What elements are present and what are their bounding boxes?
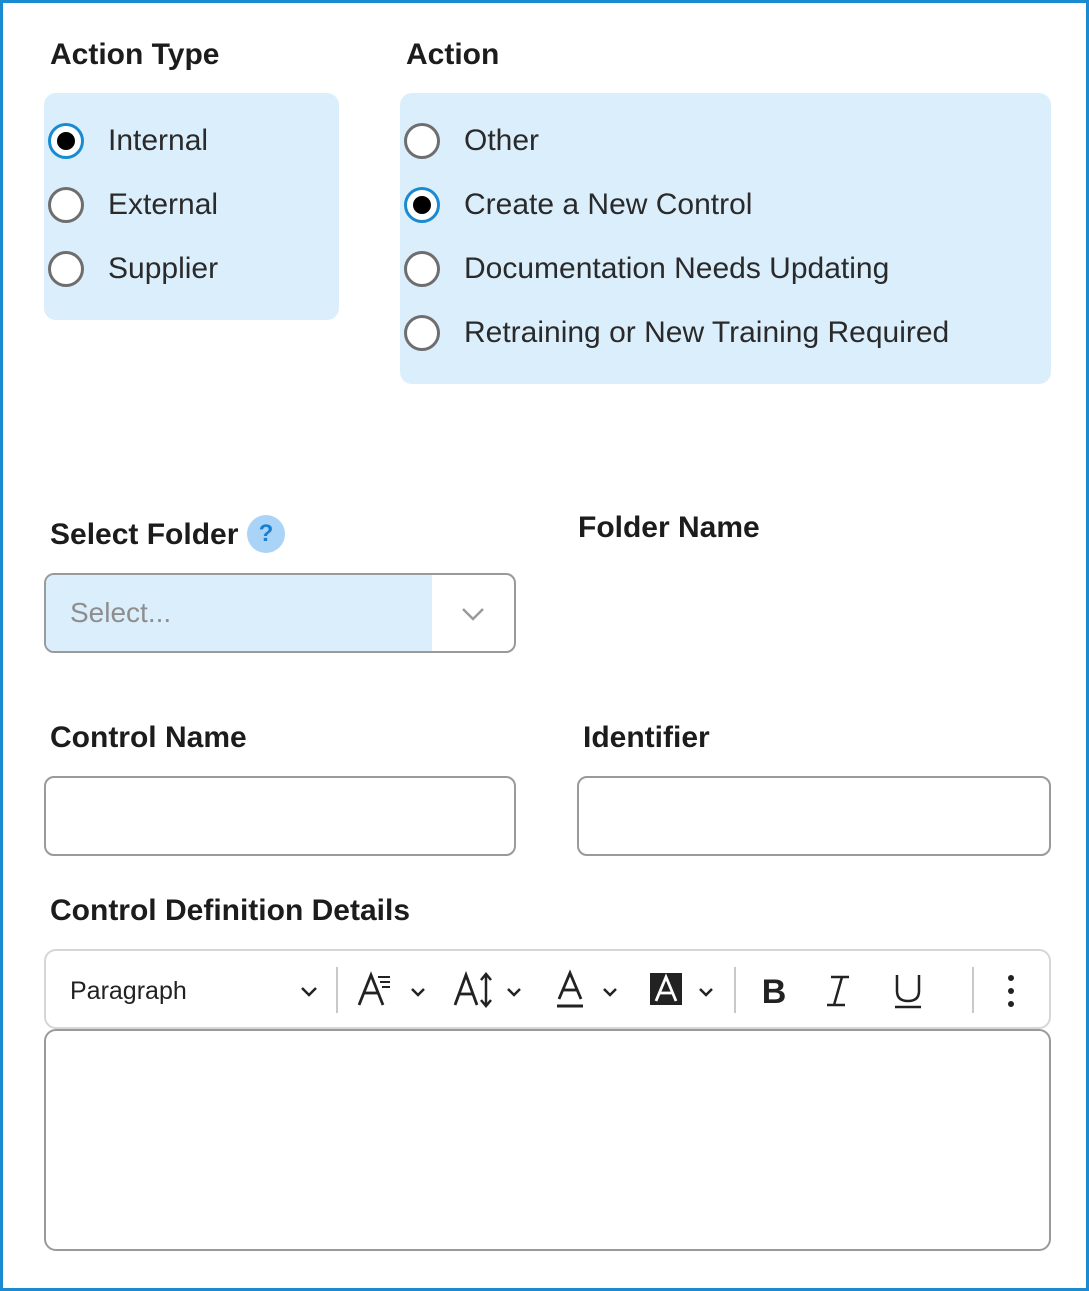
chevron-down-icon bbox=[301, 987, 317, 997]
highlight-color-button[interactable] bbox=[648, 969, 724, 1013]
radio-option-create-new-control[interactable]: Create a New Control bbox=[404, 183, 752, 227]
folder-select-placeholder: Select... bbox=[46, 575, 432, 651]
font-family-icon bbox=[357, 971, 425, 1006]
radio-button-checked[interactable] bbox=[48, 123, 84, 159]
toolbar-divider bbox=[336, 967, 338, 1013]
radio-option-supplier[interactable]: Supplier bbox=[48, 247, 218, 291]
form-container: Action Type Internal External Supplier A… bbox=[0, 0, 1089, 1291]
more-icon bbox=[1008, 975, 1014, 1007]
toolbar-divider bbox=[734, 967, 736, 1013]
radio-option-retraining-required[interactable]: Retraining or New Training Required bbox=[404, 311, 949, 355]
underline-icon bbox=[895, 975, 921, 1009]
paragraph-format-label: Paragraph bbox=[70, 976, 187, 1005]
identifier-label: Identifier bbox=[583, 721, 710, 754]
radio-option-documentation-needs-updating[interactable]: Documentation Needs Updating bbox=[404, 247, 889, 291]
highlight-color-icon bbox=[650, 973, 713, 1005]
radio-option-other[interactable]: Other bbox=[404, 119, 539, 163]
underline-button[interactable] bbox=[888, 969, 928, 1013]
font-family-button[interactable] bbox=[356, 969, 432, 1013]
font-color-icon bbox=[557, 969, 617, 1008]
radio-label: Retraining or New Training Required bbox=[464, 316, 950, 349]
chevron-down-icon[interactable] bbox=[458, 599, 488, 629]
toolbar-divider bbox=[972, 967, 974, 1013]
folder-name-label: Folder Name bbox=[578, 511, 760, 544]
radio-label: Create a New Control bbox=[464, 188, 753, 221]
radio-button[interactable] bbox=[404, 251, 440, 287]
control-definition-label: Control Definition Details bbox=[50, 894, 410, 927]
identifier-input[interactable] bbox=[577, 776, 1051, 856]
radio-button[interactable] bbox=[48, 187, 84, 223]
radio-label: External bbox=[108, 188, 219, 221]
radio-label: Documentation Needs Updating bbox=[464, 252, 890, 285]
italic-icon bbox=[827, 975, 849, 1007]
font-size-icon bbox=[453, 970, 521, 1008]
radio-button-checked[interactable] bbox=[404, 187, 440, 223]
select-folder-label: Select Folder bbox=[50, 518, 239, 551]
italic-button[interactable] bbox=[818, 969, 858, 1013]
control-name-input[interactable] bbox=[44, 776, 516, 856]
font-size-button[interactable] bbox=[452, 969, 528, 1013]
radio-label: Other bbox=[464, 124, 540, 157]
more-options-button[interactable] bbox=[996, 969, 1026, 1013]
help-icon[interactable]: ? bbox=[247, 515, 285, 553]
font-color-button[interactable] bbox=[554, 969, 630, 1013]
radio-option-internal[interactable]: Internal bbox=[48, 119, 208, 163]
radio-button[interactable] bbox=[404, 315, 440, 351]
action-type-radio-group: Internal External Supplier bbox=[44, 93, 339, 320]
control-name-label: Control Name bbox=[50, 721, 247, 754]
control-definition-editor[interactable] bbox=[44, 1029, 1051, 1251]
svg-text:B: B bbox=[762, 973, 787, 1011]
paragraph-format-dropdown[interactable]: Paragraph bbox=[70, 971, 320, 1011]
folder-select[interactable]: Select... bbox=[44, 573, 516, 653]
radio-label: Internal bbox=[108, 124, 209, 157]
radio-button[interactable] bbox=[48, 251, 84, 287]
action-radio-group: Other Create a New Control Documentation… bbox=[400, 93, 1051, 384]
bold-icon: B bbox=[762, 973, 787, 1011]
radio-button[interactable] bbox=[404, 123, 440, 159]
action-title: Action bbox=[406, 38, 500, 71]
rich-text-toolbar: Paragraph B bbox=[44, 949, 1051, 1029]
action-type-title: Action Type bbox=[50, 38, 220, 71]
bold-button[interactable]: B bbox=[754, 969, 794, 1013]
radio-option-external[interactable]: External bbox=[48, 183, 218, 227]
radio-label: Supplier bbox=[108, 252, 219, 285]
